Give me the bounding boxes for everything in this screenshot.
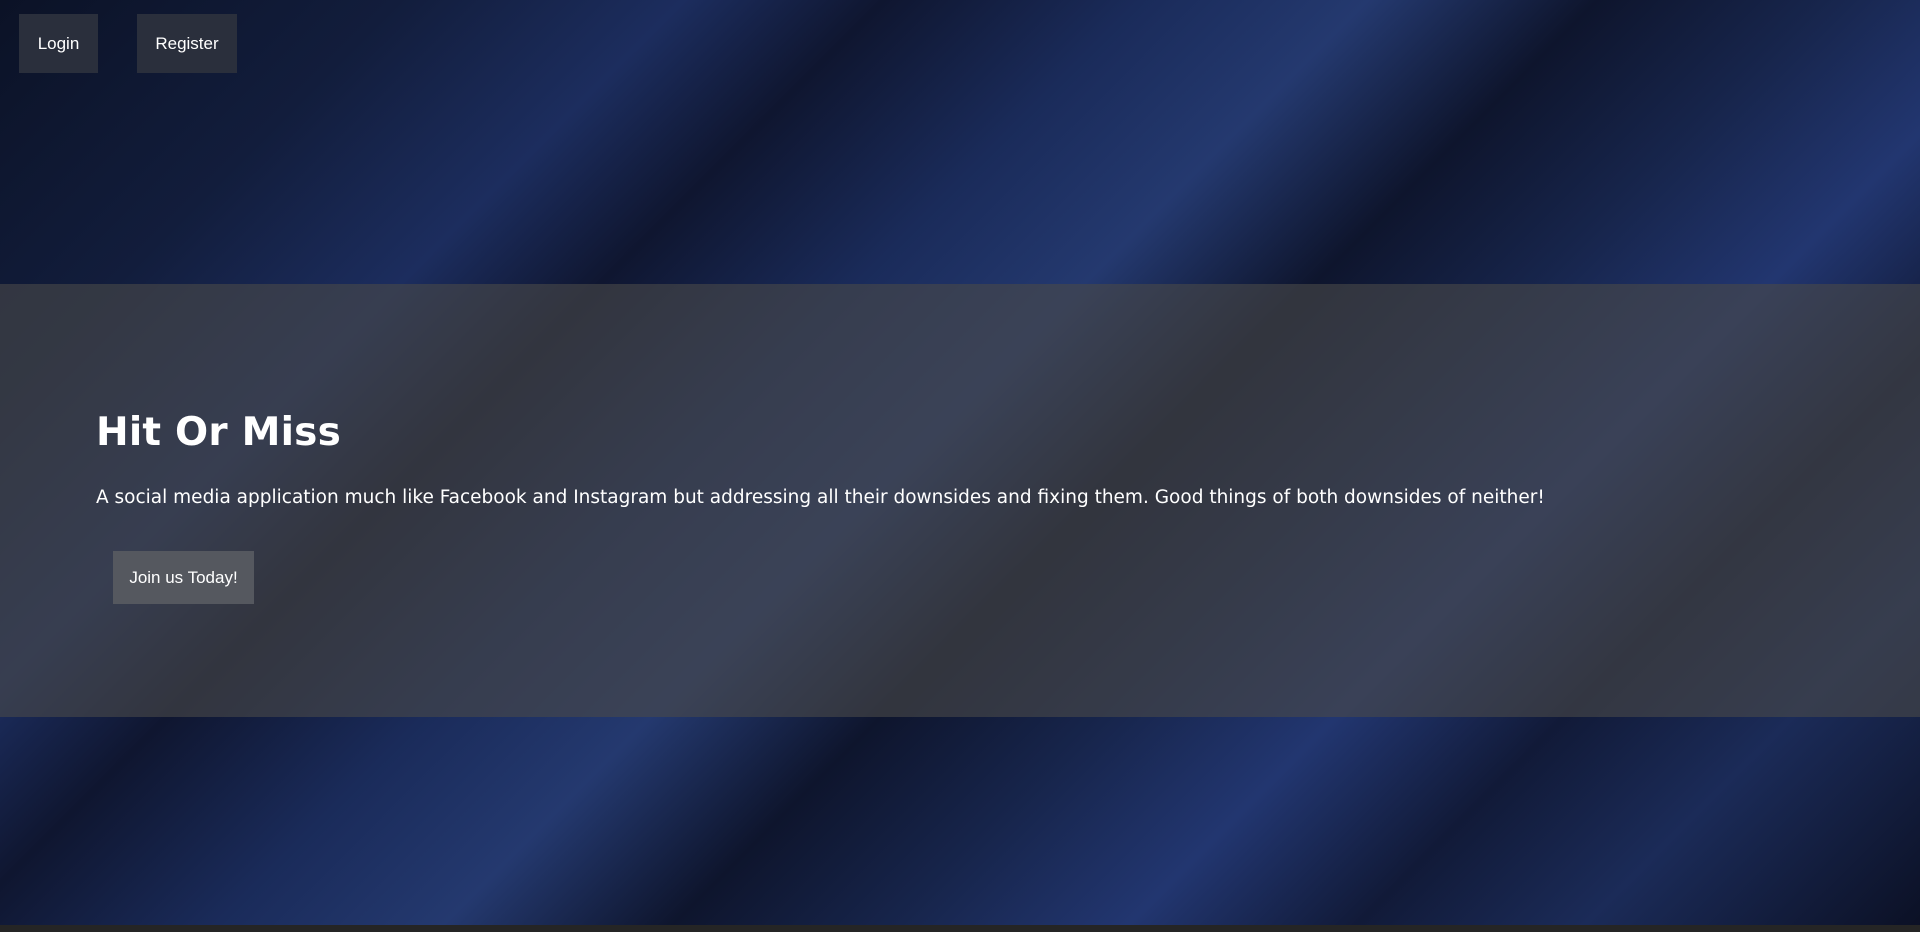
login-button[interactable]: Login [19, 14, 98, 73]
hero-description: A social media application much like Fac… [96, 487, 1545, 508]
hero-section: Hit Or Miss A social media application m… [0, 284, 1920, 717]
join-us-button[interactable]: Join us Today! [113, 551, 254, 604]
landing-page: Login Register Hit Or Miss A social medi… [0, 0, 1920, 932]
hero-title: Hit Or Miss [96, 410, 341, 455]
register-button[interactable]: Register [137, 14, 237, 73]
bottom-edge-bar [0, 925, 1920, 932]
